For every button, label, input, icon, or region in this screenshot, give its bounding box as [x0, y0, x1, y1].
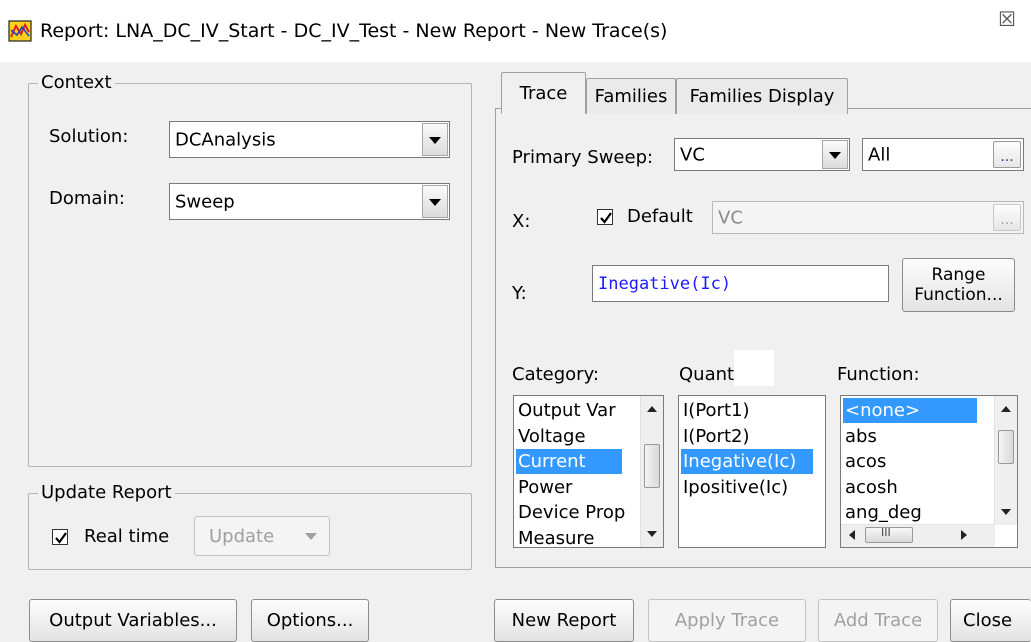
domain-dropdown-button[interactable] — [422, 185, 448, 218]
list-item[interactable]: Measure — [516, 526, 622, 548]
chevron-down-icon — [829, 151, 841, 159]
scroll-thumb[interactable] — [644, 444, 660, 488]
default-checkbox[interactable] — [597, 209, 613, 225]
scroll-right-icon[interactable] — [961, 530, 967, 540]
range-function-line2: Function... — [914, 285, 1003, 305]
list-item[interactable]: Voltage — [516, 424, 622, 449]
solution-select[interactable]: DCAnalysis — [169, 121, 450, 158]
sweep-range-field[interactable]: All ... — [862, 138, 1024, 171]
primary-sweep-dropdown-button[interactable] — [822, 140, 848, 169]
chevron-down-icon — [429, 198, 441, 206]
function-label: Function: — [837, 364, 920, 385]
y-expression-field[interactable]: Inegative(Ic) — [592, 265, 889, 302]
scroll-up-icon[interactable] — [1001, 406, 1011, 412]
quantity-label-mask — [734, 350, 774, 386]
add-trace-button[interactable]: Add Trace — [818, 599, 938, 642]
list-item[interactable]: acosh — [843, 475, 977, 500]
category-list[interactable]: Output Var Voltage Current Power Device Prop… — [513, 395, 664, 548]
function-list[interactable]: <none> abs acos acosh ang_deg III — [840, 395, 1018, 548]
solution-dropdown-button[interactable] — [422, 123, 448, 156]
window-title: Report: LNA_DC_IV_Start - DC_IV_Test - N… — [40, 20, 668, 42]
quantity-list[interactable]: I(Port1) I(Port2) Inegative(Ic) Ipositive(I… — [678, 395, 826, 548]
list-item[interactable]: Ipositive(Ic) — [681, 475, 813, 500]
y-expression-value: Inegative(Ic) — [598, 273, 732, 294]
list-item[interactable]: <none> — [843, 398, 977, 423]
sweep-range-ellipsis-button[interactable]: ... — [993, 141, 1021, 168]
update-dropdown-icon — [305, 533, 317, 540]
new-report-button[interactable]: New Report — [494, 599, 634, 642]
primary-sweep-select[interactable]: VC — [674, 138, 850, 171]
check-icon — [55, 532, 67, 544]
apply-trace-button[interactable]: Apply Trace — [648, 599, 806, 642]
x-label: X: — [512, 211, 531, 232]
primary-sweep-value: VC — [680, 144, 705, 165]
y-label: Y: — [512, 283, 527, 304]
range-function-line1: Range — [931, 265, 986, 285]
update-split-button[interactable]: Update — [194, 516, 330, 556]
category-scrollbar[interactable] — [640, 396, 663, 547]
category-label: Category: — [512, 364, 599, 385]
realtime-label: Real time — [84, 526, 170, 547]
check-icon — [600, 212, 612, 224]
range-function-button[interactable]: Range Function... — [902, 258, 1015, 312]
scroll-grip: III — [881, 526, 891, 539]
solution-value: DCAnalysis — [175, 129, 276, 150]
tab-families[interactable]: Families — [586, 78, 676, 114]
list-item[interactable]: abs — [843, 424, 977, 449]
x-expression-value: VC — [718, 207, 743, 228]
list-item[interactable]: I(Port1) — [681, 398, 813, 423]
window-close-icon[interactable]: ☒ — [992, 8, 1022, 30]
list-item[interactable]: Device Prop — [516, 500, 625, 525]
scroll-up-icon[interactable] — [647, 406, 657, 412]
list-item[interactable]: Inegative(Ic) — [681, 449, 813, 474]
close-button[interactable]: Close — [950, 599, 1031, 642]
list-item[interactable]: ang_deg — [843, 500, 977, 525]
solution-label: Solution: — [49, 126, 129, 147]
tab-families-display[interactable]: Families Display — [676, 78, 848, 114]
domain-select[interactable]: Sweep — [169, 183, 450, 220]
default-label: Default — [627, 206, 693, 227]
list-item[interactable]: Output Var — [516, 398, 622, 423]
sweep-range-value: All — [868, 144, 891, 165]
output-variables-button[interactable]: Output Variables... — [29, 599, 237, 642]
chevron-down-icon — [429, 136, 441, 144]
context-legend: Context — [38, 72, 115, 93]
options-button[interactable]: Options... — [251, 599, 369, 642]
quantity-label: Quant — [679, 364, 735, 385]
x-ellipsis-button[interactable]: ... — [993, 204, 1021, 231]
primary-sweep-label: Primary Sweep: — [512, 147, 654, 168]
title-bar: Report: LNA_DC_IV_Start - DC_IV_Test - N… — [0, 0, 1031, 62]
update-report-legend: Update Report — [38, 482, 175, 503]
list-item[interactable]: Power — [516, 475, 622, 500]
update-button-label: Update — [209, 525, 275, 547]
report-app-icon — [8, 20, 32, 42]
list-item[interactable]: I(Port2) — [681, 424, 813, 449]
list-item[interactable]: acos — [843, 449, 977, 474]
domain-label: Domain: — [49, 188, 125, 209]
domain-value: Sweep — [175, 191, 235, 212]
scroll-down-icon[interactable] — [647, 531, 657, 537]
function-hscroll[interactable]: III — [841, 524, 995, 547]
realtime-checkbox[interactable] — [52, 529, 68, 545]
x-expression-field[interactable]: VC ... — [712, 201, 1024, 234]
function-vscroll[interactable] — [994, 396, 1017, 525]
tab-trace[interactable]: Trace — [501, 72, 586, 114]
scroll-down-icon[interactable] — [1001, 509, 1011, 515]
scroll-left-icon[interactable] — [849, 530, 855, 540]
list-item[interactable]: Current — [516, 449, 622, 474]
scroll-thumb[interactable] — [998, 430, 1014, 464]
